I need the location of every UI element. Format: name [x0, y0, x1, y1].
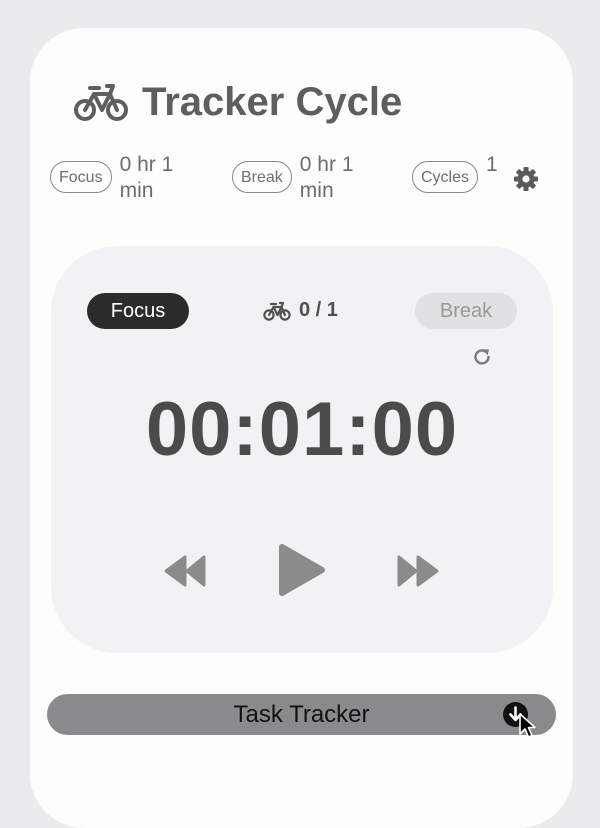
focus-stat: Focus 0 hr 1 min	[50, 152, 186, 204]
cycle-progress-text: 0 / 1	[299, 299, 338, 321]
cycles-total: 1	[486, 153, 498, 176]
gear-icon[interactable]	[513, 166, 539, 192]
rewind-icon[interactable]	[163, 554, 207, 588]
cycles-label: Cycles	[412, 161, 479, 193]
break-stat: Break 0 hr 1 min	[232, 152, 366, 204]
break-label: Break	[232, 161, 292, 193]
task-tracker-label: Task Tracker	[233, 701, 370, 728]
play-icon[interactable]	[277, 542, 327, 598]
focus-label: Focus	[50, 161, 112, 193]
fast-forward-icon[interactable]	[396, 554, 440, 588]
timer-panel: Focus 0 / 1 Break 00:01:00	[51, 246, 553, 653]
bicycle-icon	[263, 301, 291, 321]
break-total: 0 hr 1 min	[299, 153, 354, 202]
bicycle-icon	[74, 84, 128, 121]
task-tracker-toggle[interactable]: Task Tracker	[47, 694, 556, 735]
focus-mode-button[interactable]: Focus	[87, 293, 189, 329]
reset-icon[interactable]	[471, 346, 493, 368]
app-header: Tracker Cycle	[74, 78, 402, 126]
cycle-progress: 0 / 1	[263, 299, 338, 322]
mouse-cursor-icon	[519, 713, 536, 738]
break-mode-button[interactable]: Break	[415, 293, 517, 329]
timer-display: 00:01:00	[145, 387, 459, 472]
cycles-stat: Cycles 1	[412, 152, 506, 193]
focus-total: 0 hr 1 min	[119, 153, 174, 202]
app-title: Tracker Cycle	[142, 79, 403, 124]
